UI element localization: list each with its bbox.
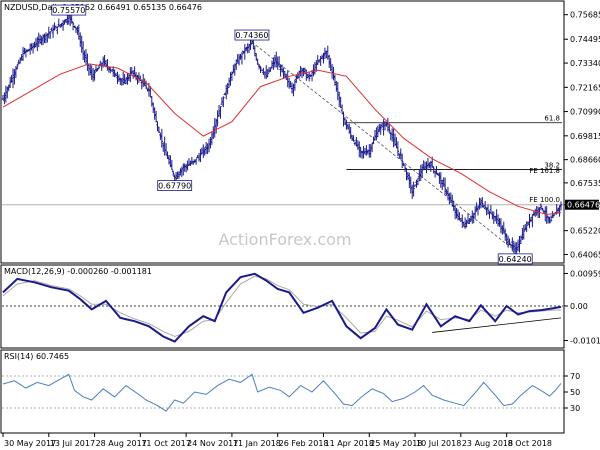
date-tick-label: 11 Jan 2018 — [233, 439, 281, 448]
macd-y-axis: 0.009597 0.00 -0.01018 — [564, 269, 600, 346]
price-axis-tick-label: 0.74495 — [570, 35, 600, 44]
price-annotation-label: 0.74360 — [235, 31, 268, 40]
macd-title: MACD(12,26,9) -0.000260 -0.001181 — [4, 267, 152, 276]
rsi-title: RSI(14) 60.7465 — [4, 352, 69, 361]
macd-axis-tick-label: 0.009597 — [570, 269, 600, 278]
watermark: ActionForex.com — [218, 230, 351, 249]
date-tick-label: 24 Nov 2017 — [187, 439, 238, 448]
price-axis-tick-label: 0.69815 — [570, 132, 600, 141]
date-tick-label: 25 May 2018 — [370, 439, 422, 448]
price-y-axis: 0.75685 0.74495 0.73340 0.72165 0.70990 0.698… — [564, 11, 600, 259]
date-tick-label: 23 Aug 2018 — [462, 439, 513, 448]
price-annotation-label: 0.67790 — [158, 182, 191, 191]
price-axis-tick-label: 0.65220 — [570, 227, 600, 236]
macd-axis-tick-label: -0.01018 — [570, 337, 600, 346]
price-axis-tick-label: 0.64065 — [570, 250, 600, 259]
date-tick-label: 8 Oct 2018 — [508, 439, 552, 448]
price-axis-tick-label: 0.70990 — [570, 108, 600, 117]
date-axis: 30 May 201713 Jul 2017 28 Aug 201711 Oct … — [2, 433, 552, 448]
price-annotation-label: 0.75570 — [52, 6, 85, 15]
price-axis-tick-label: 0.68660 — [570, 156, 600, 165]
price-axis-tick-label: 0.75685 — [570, 11, 600, 20]
date-tick-label: 11 Oct 2017 — [141, 439, 190, 448]
rsi-axis-tick-label: 50 — [570, 388, 580, 397]
price-annotation-label: 0.64240 — [499, 255, 532, 264]
date-tick-label: 13 Jul 2017 — [50, 439, 95, 448]
macd-axis-tick-label: 0.00 — [570, 302, 588, 311]
fib-level-label: FE 161.8 — [529, 167, 560, 175]
date-tick-label: 10 Jul 2018 — [416, 439, 461, 448]
fib-level-label: FE 100.0 — [529, 196, 560, 204]
last-price-tag-label: 0.66476 — [567, 201, 600, 210]
price-panel-frame — [0, 0, 565, 264]
date-tick-label: 11 Apr 2018 — [324, 439, 373, 448]
date-tick-label: 26 Feb 2018 — [279, 439, 329, 448]
rsi-axis-tick-label: 30 — [570, 404, 580, 413]
fib-level-label: 61.8 — [544, 115, 560, 123]
price-axis-tick-label: 0.72165 — [570, 83, 600, 92]
price-axis-tick-label: 0.73340 — [570, 59, 600, 68]
rsi-axis-tick-label: 70 — [570, 372, 580, 381]
macd-panel: MACD(12,26,9) -0.000260 -0.001181 0.0095… — [0, 264, 600, 349]
date-tick-label: 30 May 2017 — [4, 439, 56, 448]
price-axis-tick-label: 0.67535 — [570, 179, 600, 188]
price-panel: ActionForex.com NZDUSD,Daily 0.65162 0.6… — [0, 0, 600, 265]
date-tick-label: 28 Aug 2017 — [96, 439, 147, 448]
rsi-panel: RSI(14) 60.7465 70 50 30 — [0, 349, 580, 434]
nzdusd-daily-chart: ActionForex.com NZDUSD,Daily 0.65162 0.6… — [0, 0, 600, 448]
rsi-y-axis: 70 50 30 — [564, 372, 580, 413]
